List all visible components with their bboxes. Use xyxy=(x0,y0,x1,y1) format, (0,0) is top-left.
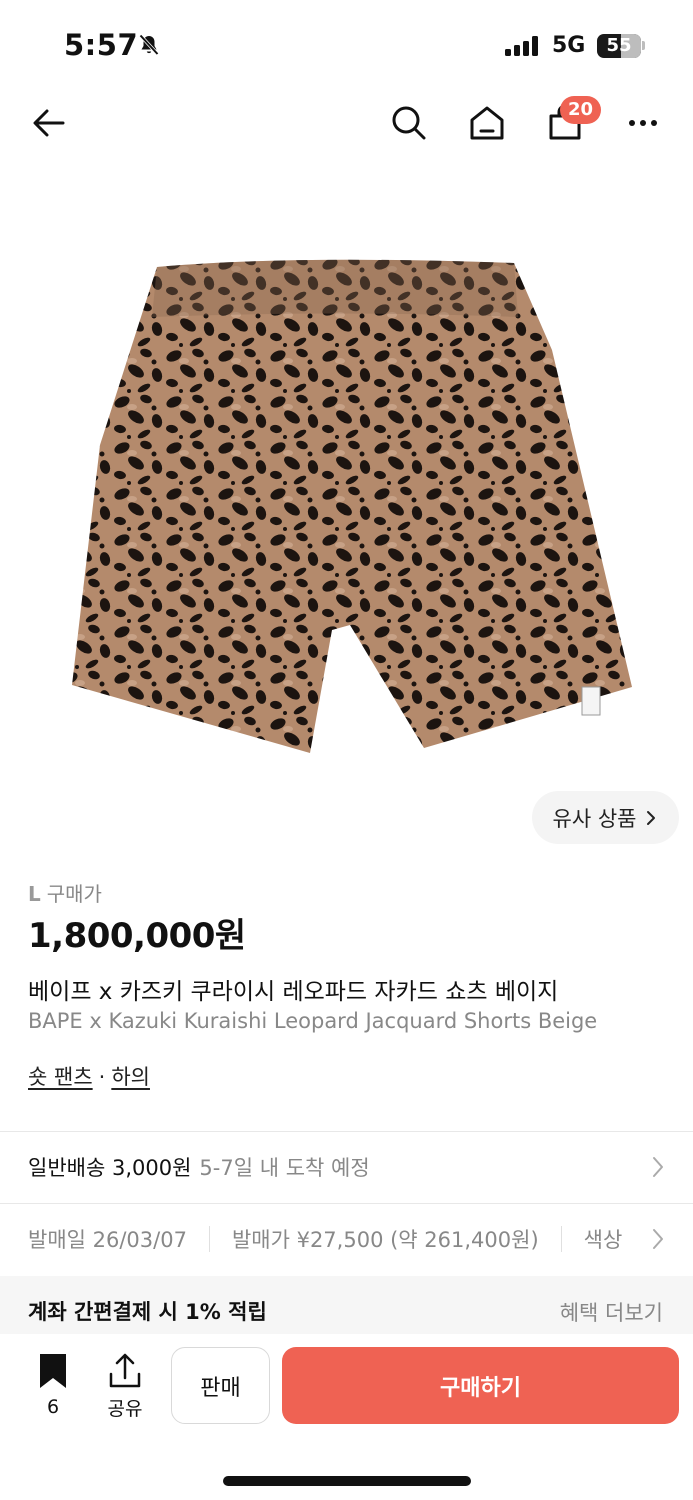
release-date: 발매일 26/03/07 xyxy=(28,1228,187,1252)
shipping-eta: 5-7일 내 도착 예정 xyxy=(199,1156,370,1180)
status-time: 5:57 xyxy=(64,28,139,62)
product-title-ko: 베이프 x 카즈키 쿠라이시 레오파드 자카드 쇼츠 베이지 xyxy=(28,979,559,1005)
separator xyxy=(560,1226,562,1252)
size-price-label: L 구매가 xyxy=(28,878,102,907)
category-link-bottoms[interactable]: 하의 xyxy=(111,1065,150,1089)
sell-button[interactable]: 판매 xyxy=(171,1347,270,1424)
search-icon xyxy=(392,106,426,140)
product-image[interactable] xyxy=(60,255,635,765)
share-button[interactable]: 공유 xyxy=(100,1352,150,1422)
release-info-row[interactable]: 발매일 26/03/07 발매가 ¥27,500 (약 261,400원) 색상 xyxy=(0,1204,693,1274)
battery-level: 55 xyxy=(606,35,632,56)
home-button[interactable] xyxy=(462,98,512,148)
chevron-right-icon xyxy=(653,1157,663,1177)
category-link-shorts[interactable]: 숏 팬츠 xyxy=(28,1065,93,1089)
more-button[interactable] xyxy=(618,98,668,148)
home-icon xyxy=(470,106,504,140)
price-label: 구매가 xyxy=(46,882,102,906)
bookmark-button[interactable]: 6 xyxy=(30,1352,76,1422)
product-price: 1,800,000원 xyxy=(28,916,246,956)
chevron-right-icon xyxy=(647,810,656,825)
search-button[interactable] xyxy=(384,98,434,148)
home-indicator[interactable] xyxy=(223,1476,471,1486)
battery-icon: 55 xyxy=(597,34,641,58)
bookmark-count: 6 xyxy=(46,1396,60,1418)
top-nav: 20 xyxy=(0,90,693,156)
bell-slash-icon xyxy=(137,33,161,61)
cart-count-badge: 20 xyxy=(560,96,601,124)
bookmark-icon xyxy=(40,1354,66,1388)
similar-products-button[interactable]: 유사 상품 xyxy=(532,791,679,844)
category-separator: · xyxy=(98,1065,106,1089)
share-label: 공유 xyxy=(107,1398,143,1420)
color-label: 색상 xyxy=(583,1228,623,1252)
back-button[interactable] xyxy=(24,98,74,148)
separator xyxy=(208,1226,210,1252)
buy-button[interactable]: 구매하기 xyxy=(282,1347,679,1424)
network-type: 5G xyxy=(552,33,586,58)
battery-tip xyxy=(642,41,645,50)
benefit-text: 계좌 간편결제 시 1% 적립 xyxy=(28,1300,267,1324)
back-arrow-icon xyxy=(33,109,65,137)
status-bar: 5:57 5G 55 xyxy=(0,0,693,90)
more-dots-icon xyxy=(629,120,657,126)
release-price: 발매가 ¥27,500 (약 261,400원) xyxy=(231,1228,539,1252)
similar-products-label: 유사 상품 xyxy=(552,806,637,831)
leopard-shorts-image xyxy=(72,259,632,753)
shipping-row[interactable]: 일반배송 3,000원 5-7일 내 도착 예정 xyxy=(0,1132,693,1202)
product-title-en: BAPE x Kazuki Kuraishi Leopard Jacquard … xyxy=(28,1009,598,1033)
chevron-right-icon xyxy=(651,1227,665,1251)
benefit-more-link[interactable]: 혜택 더보기 xyxy=(560,1297,663,1327)
share-icon xyxy=(109,1353,141,1388)
shipping-label: 일반배송 3,000원 xyxy=(28,1156,192,1180)
signal-bars-icon xyxy=(505,36,543,60)
size-label: L xyxy=(28,882,41,906)
category-breadcrumb: 숏 팬츠 · 하의 xyxy=(28,1061,150,1091)
